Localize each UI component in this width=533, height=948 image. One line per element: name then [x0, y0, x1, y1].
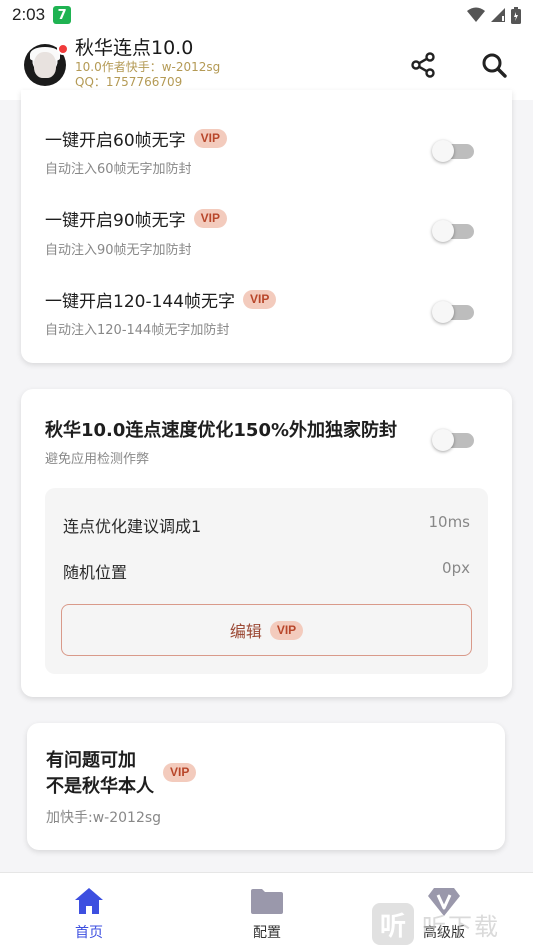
vip-badge: VIP: [193, 209, 227, 228]
setting-value: 10ms: [428, 513, 470, 531]
vip-badge: VIP: [163, 763, 197, 782]
vip-badge: VIP: [269, 620, 304, 640]
setting-row-60fps: 一键开启60帧无字 VIP: [45, 126, 227, 151]
setting-row-interval[interactable]: 连点优化建议调成1 10ms: [63, 513, 470, 537]
avatar[interactable]: [24, 43, 69, 86]
nav-item-home[interactable]: 首页: [29, 873, 149, 948]
vip-badge: VIP: [193, 129, 227, 148]
setting-row-random-position[interactable]: 随机位置 0px: [63, 559, 470, 583]
setting-row-120fps: 一键开启120-144帧无字 VIP: [45, 287, 277, 312]
edit-button[interactable]: 编辑 VIP: [61, 604, 472, 656]
card-title: 秋华10.0连点速度优化150%外加独家防封: [45, 420, 398, 441]
signal-icon: [491, 8, 505, 22]
setting-value: 0px: [442, 559, 470, 577]
setting-desc: 自动注入120-144帧无字加防封: [45, 323, 230, 338]
card-desc: 避免应用检测作弊: [45, 452, 150, 467]
folder-icon: [251, 889, 283, 914]
card-desc: 加快手:w-2012sg: [46, 810, 162, 826]
contact-card[interactable]: 有问题可加 不是秋华本人 VIP 加快手:w-2012sg: [27, 723, 505, 850]
status-time: 2:03: [12, 5, 46, 24]
status-indicators: [467, 6, 521, 24]
header-text: 秋华连点10.0 10.0作者快手：w-2012sg QQ：1757766709: [75, 36, 220, 90]
setting-desc: 自动注入90帧无字加防封: [45, 243, 192, 258]
search-icon: [482, 53, 507, 78]
qq-info: QQ：1757766709: [75, 75, 183, 89]
card-title: 有问题可加 不是秋华本人: [46, 748, 154, 800]
setting-title: 一键开启90帧无字: [45, 211, 186, 231]
app-notification-icon: 7: [53, 6, 72, 24]
nav-item-config[interactable]: 配置: [207, 873, 327, 948]
share-icon: [411, 52, 435, 78]
setting-row-90fps: 一键开启90帧无字 VIP: [45, 206, 227, 231]
watermark: 听 听下载: [372, 903, 500, 945]
clicker-optimize-card: 秋华10.0连点速度优化150%外加独家防封 避免应用检测作弊 连点优化建议调成…: [21, 389, 512, 697]
share-button[interactable]: [406, 48, 440, 82]
setting-label: 连点优化建议调成1: [63, 517, 202, 536]
setting-desc: 自动注入60帧无字加防封: [45, 162, 192, 177]
vip-badge: VIP: [243, 290, 277, 309]
nav-label: 首页: [75, 925, 103, 941]
edit-label: 编辑: [229, 622, 262, 641]
wifi-icon: [467, 7, 485, 22]
toggle-90fps[interactable]: [432, 220, 474, 242]
battery-icon: [511, 6, 521, 24]
status-bar: 2:03 7: [0, 0, 533, 30]
toggle-clicker-optimize[interactable]: [432, 429, 474, 451]
page-title: 秋华连点10.0: [75, 37, 194, 59]
author-info: 10.0作者快手：w-2012sg: [75, 60, 221, 74]
nav-label: 配置: [253, 925, 281, 941]
notification-dot: [57, 43, 69, 55]
watermark-text: 听下载: [422, 912, 500, 941]
search-button[interactable]: [477, 48, 511, 82]
setting-title: 一键开启60帧无字: [45, 131, 186, 151]
setting-label: 随机位置: [63, 563, 128, 582]
toggle-60fps[interactable]: [432, 140, 474, 162]
toggle-120fps[interactable]: [432, 301, 474, 323]
setting-title: 一键开启120-144帧无字: [45, 292, 236, 312]
settings-panel: 连点优化建议调成1 10ms 随机位置 0px 编辑 VIP: [45, 488, 488, 674]
title-line-1: 有问题可加: [46, 750, 136, 771]
watermark-logo: 听: [372, 903, 414, 945]
frame-unlock-card: 一键开启60帧无字 VIP 自动注入60帧无字加防封 一键开启90帧无字 VIP…: [21, 90, 512, 363]
title-line-2: 不是秋华本人: [46, 776, 154, 797]
home-icon: [75, 888, 103, 914]
